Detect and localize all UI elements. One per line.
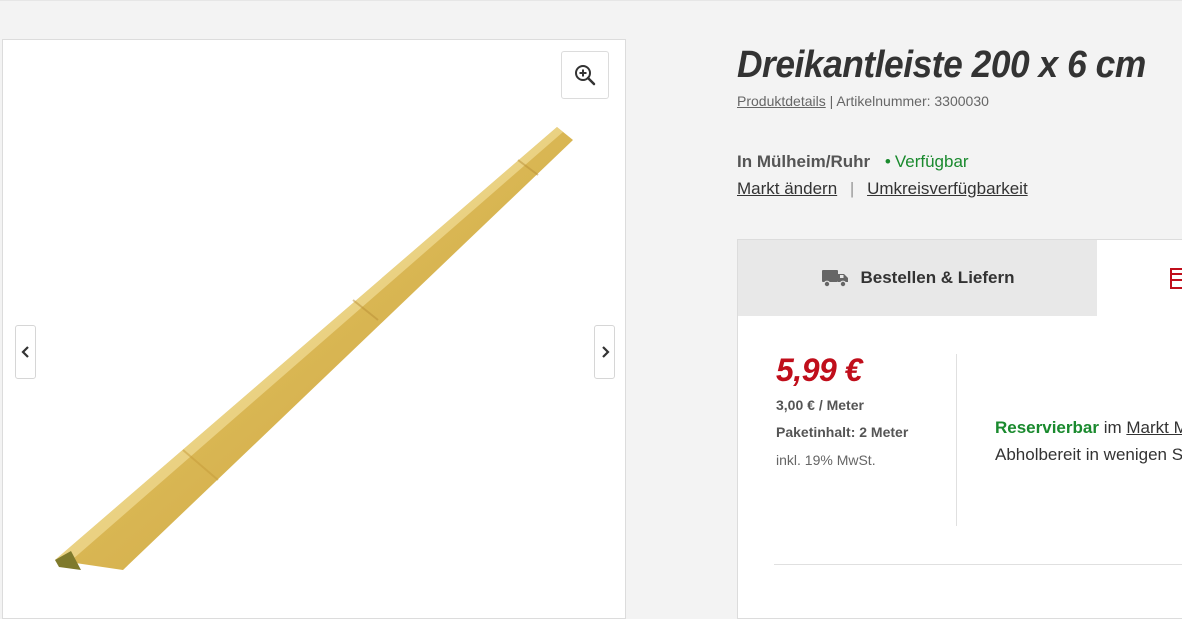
reservable-label: Reservierbar	[995, 418, 1099, 437]
store-name: In Mülheim/Ruhr	[737, 152, 871, 171]
change-store-link[interactable]: Markt ändern	[737, 179, 837, 198]
chevron-right-icon	[601, 346, 610, 358]
availability-status: • Verfügbar	[885, 152, 969, 171]
availability-dot-icon: •	[884, 152, 891, 171]
package-content: Paketinhalt: 2 Meter	[776, 424, 909, 440]
tab-order-deliver-label: Bestellen & Liefern	[860, 268, 1015, 287]
unit-price: 3,00 € / Meter	[776, 397, 864, 413]
article-number: Artikelnummer: 3300030	[836, 93, 989, 109]
zoom-in-icon	[575, 65, 596, 86]
reservation-info: Reservierbar im Markt M	[995, 418, 1182, 438]
panel-divider	[774, 564, 1182, 565]
purchase-panel: Bestellen & Liefern 5,99 € 3,00 € / Mete…	[737, 239, 1182, 619]
availability-label: Verfügbar	[894, 152, 969, 171]
product-image[interactable]	[3, 40, 627, 600]
nearby-availability-link[interactable]: Umkreisverfügbarkeit	[867, 179, 1028, 198]
tab-order-deliver[interactable]: Bestellen & Liefern	[738, 240, 1097, 316]
store-icon	[1170, 268, 1182, 289]
pickup-time: Abholbereit in wenigen S	[995, 445, 1182, 464]
truck-icon	[821, 270, 848, 288]
tab-pickup[interactable]	[1097, 240, 1182, 316]
product-gallery	[2, 39, 626, 619]
top-border	[0, 0, 1182, 1]
product-subline: Produktdetails | Artikelnummer: 3300030	[737, 93, 989, 109]
store-links-separator: |	[849, 179, 855, 198]
gallery-prev-button[interactable]	[15, 325, 36, 379]
vat-note: inkl. 19% MwSt.	[776, 452, 876, 468]
product-price: 5,99 €	[776, 352, 862, 388]
market-link[interactable]: Markt M	[1126, 418, 1182, 437]
store-links: Markt ändern | Umkreisverfügbarkeit	[737, 179, 1028, 199]
gallery-next-button[interactable]	[594, 325, 615, 379]
zoom-button[interactable]	[561, 51, 609, 99]
product-title: Dreikantleiste 200 x 6 cm	[737, 44, 1146, 86]
store-availability: In Mülheim/Ruhr • Verfügbar	[737, 152, 969, 172]
chevron-left-icon	[20, 346, 29, 358]
reserve-in-text: im	[1098, 418, 1127, 437]
product-details-link[interactable]: Produktdetails	[737, 93, 826, 109]
price-divider	[956, 354, 957, 526]
